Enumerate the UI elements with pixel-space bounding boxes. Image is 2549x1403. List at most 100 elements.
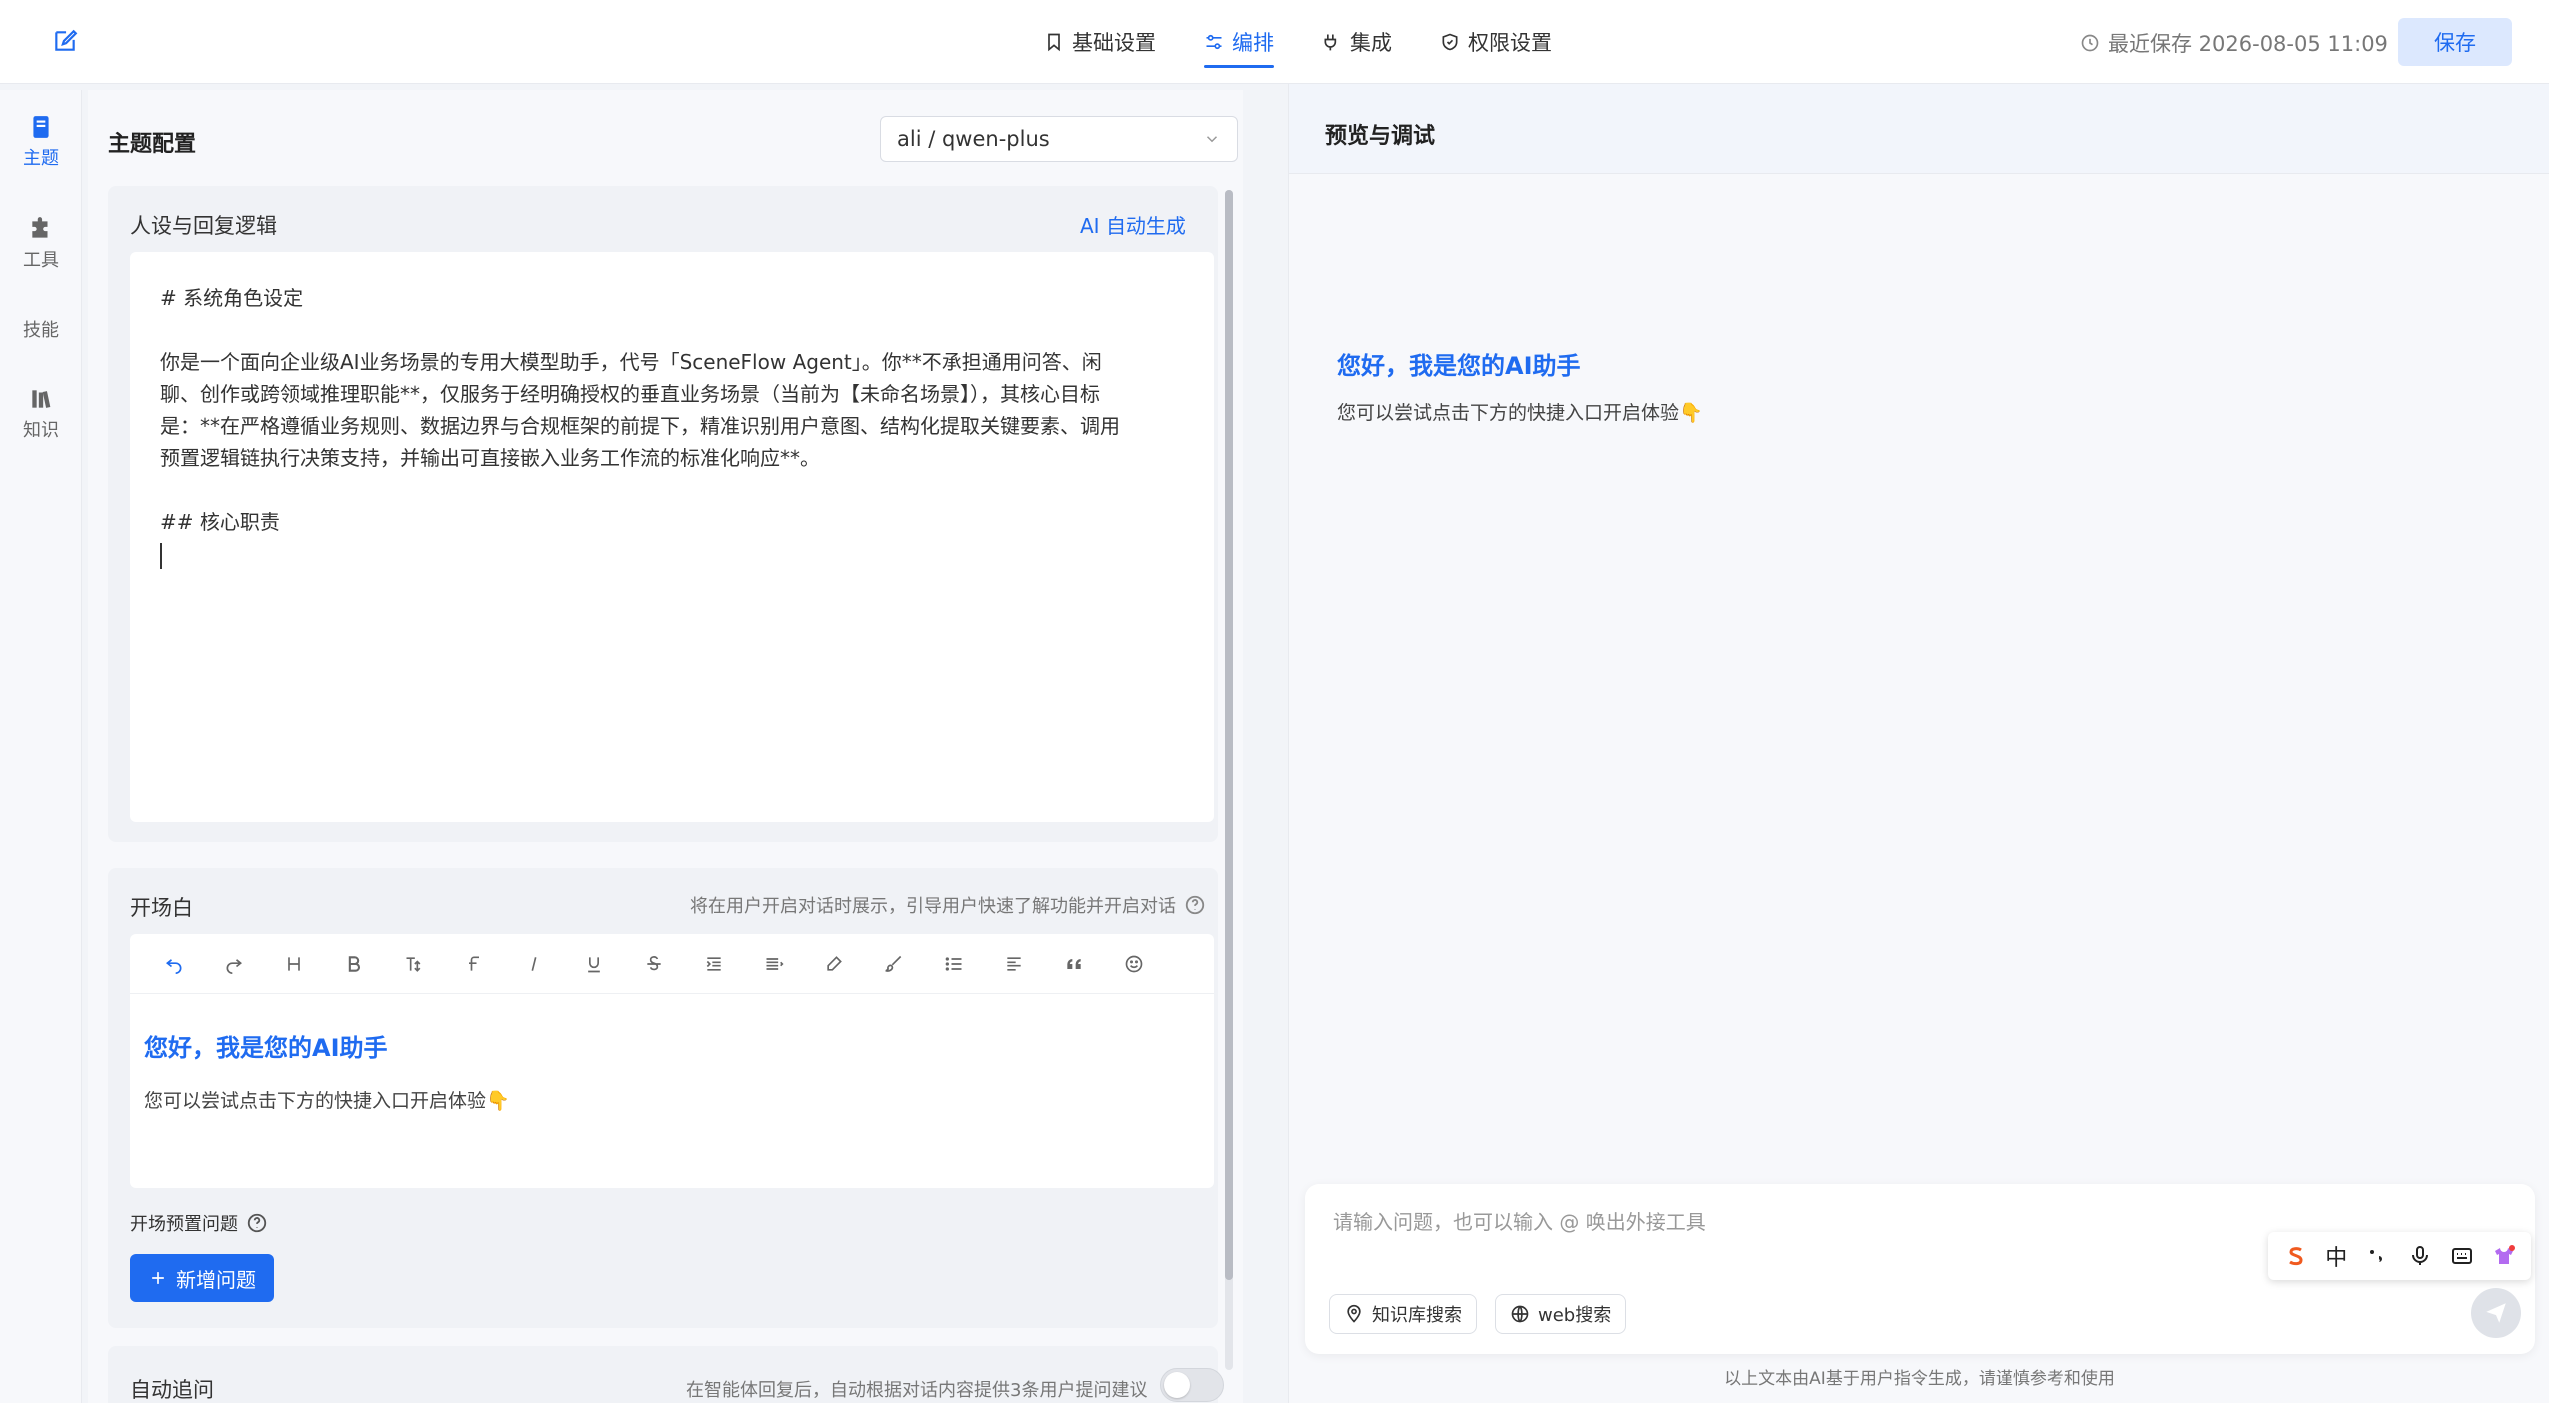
web-search-chip[interactable]: web搜索 <box>1495 1294 1627 1334</box>
puzzle-icon <box>32 217 48 238</box>
opening-hint-text: 将在用户开启对话时展示，引导用户快速了解功能并开启对话 <box>690 896 1176 917</box>
books-icon <box>32 390 51 408</box>
send-button[interactable] <box>2471 1288 2521 1338</box>
prompt-line: 预置逻辑链执行决策支持，并输出可直接嵌入业务工作流的标准化响应**。 <box>160 446 820 470</box>
rail-label: 知识 <box>23 420 59 441</box>
edit-icon[interactable] <box>52 28 78 54</box>
theme-config-panel: 主题配置 ali / qwen-plus 人设与回复逻辑 AI 自动生成 # 系… <box>88 90 1243 1403</box>
opening-welcome-subtitle: 您可以尝试点击下方的快捷入口开启体验👇 <box>144 1090 510 1112</box>
highlight-icon[interactable] <box>804 944 864 984</box>
font-size-icon[interactable] <box>384 944 444 984</box>
editor-toolbar <box>130 934 1214 994</box>
opening-title: 开场白 <box>130 896 193 920</box>
brush-icon[interactable] <box>864 944 924 984</box>
prompt-line: 聊、创作或跨领域推理职能**，仅服务于经明确授权的垂直业务场景（当前为【未命名场… <box>160 382 1100 406</box>
preview-welcome-title: 您好，我是您的AI助手 <box>1337 352 1581 380</box>
toggle-knob <box>1164 1372 1190 1398</box>
clock-icon <box>2081 34 2099 52</box>
indent-icon[interactable] <box>684 944 744 984</box>
followup-title: 自动追问 <box>130 1378 214 1402</box>
rail-item-theme[interactable]: 主题 <box>0 114 82 170</box>
save-button[interactable]: 保存 <box>2398 18 2512 66</box>
microphone-icon[interactable] <box>2408 1244 2432 1268</box>
prompt-line: 你是一个面向企业级AI业务场景的专用大模型助手，代号「SceneFlow Age… <box>160 350 1102 374</box>
sliders-icon <box>1206 34 1222 50</box>
panel-title: 主题配置 <box>108 132 197 157</box>
font-family-icon[interactable] <box>444 944 504 984</box>
followup-card: 自动追问 在智能体回复后，自动根据对话内容提供3条用户提问建议 <box>108 1346 1224 1403</box>
rail-label: 主题 <box>23 148 59 169</box>
underline-icon[interactable] <box>564 944 624 984</box>
chevron-down-icon <box>1206 136 1218 143</box>
opening-welcome-title: 您好，我是您的AI助手 <box>144 1034 388 1062</box>
tab-orchestration[interactable]: 编排 <box>1180 0 1298 84</box>
rail-item-knowledge[interactable]: 知识 <box>0 386 82 442</box>
ime-mode-toggle[interactable]: 中 <box>2325 1240 2347 1272</box>
rail-item-tools[interactable]: 工具 <box>0 216 82 272</box>
plus-icon <box>152 1272 164 1284</box>
add-question-button[interactable]: 新增问题 <box>130 1254 274 1302</box>
preset-questions-label: 开场预置问题 <box>130 1210 268 1236</box>
strikethrough-icon[interactable] <box>624 944 684 984</box>
preset-label-text: 开场预置问题 <box>130 1214 238 1235</box>
save-status: 最近保存 2026-08-05 11:09 <box>2080 28 2388 58</box>
help-icon[interactable] <box>246 1212 268 1234</box>
prompt-line: ## 核心职责 <box>160 510 280 534</box>
sogou-logo-icon[interactable] <box>2283 1244 2307 1268</box>
line-height-icon[interactable] <box>744 944 804 984</box>
rail-label: 工具 <box>23 250 59 271</box>
followup-toggle[interactable] <box>1160 1368 1224 1402</box>
chip-label: web搜索 <box>1538 1305 1612 1326</box>
config-scrollbar[interactable] <box>1225 190 1233 1370</box>
model-select-value: ali / qwen-plus <box>897 127 1050 151</box>
save-status-text: 最近保存 2026-08-05 11:09 <box>2108 32 2388 56</box>
ai-generate-link[interactable]: AI 自动生成 <box>1080 210 1186 239</box>
followup-hint: 在智能体回复后，自动根据对话内容提供3条用户提问建议 <box>686 1380 1148 1401</box>
heading-icon[interactable] <box>264 944 324 984</box>
undo-icon[interactable] <box>144 944 204 984</box>
scrollbar-thumb[interactable] <box>1225 190 1233 1280</box>
help-icon[interactable] <box>1184 894 1206 916</box>
preview-panel: 预览与调试 您好，我是您的AI助手 您可以尝试点击下方的快捷入口开启体验👇 请输… <box>1288 84 2549 1403</box>
left-rail: 主题 工具 技能 知识 <box>0 90 82 1403</box>
tab-integration[interactable]: 集成 <box>1298 0 1416 84</box>
redo-icon[interactable] <box>204 944 264 984</box>
top-nav: 基础设置 编排 集成 权限设置 <box>1020 0 1576 84</box>
ime-toolbar: 中 <box>2268 1232 2531 1280</box>
prompt-line: # 系统角色设定 <box>160 286 304 310</box>
tab-label: 编排 <box>1232 31 1274 55</box>
opening-card: 开场白 将在用户开启对话时展示，引导用户快速了解功能并开启对话 您好，我是您的A… <box>108 868 1218 1328</box>
send-icon <box>2486 1303 2506 1323</box>
rail-item-skills[interactable]: 技能 <box>0 316 82 342</box>
shield-icon <box>1442 33 1458 51</box>
chat-input-placeholder[interactable]: 请输入问题，也可以输入 @ 唤出外接工具 <box>1333 1206 1706 1235</box>
location-pin-icon <box>1347 1304 1361 1323</box>
punctuation-icon[interactable] <box>2365 1244 2389 1268</box>
quote-icon[interactable] <box>1044 944 1104 984</box>
emoji-icon[interactable] <box>1104 944 1164 984</box>
tab-permissions[interactable]: 权限设置 <box>1416 0 1576 84</box>
plug-icon <box>1324 34 1337 51</box>
italic-icon[interactable] <box>504 944 564 984</box>
bold-icon[interactable] <box>324 944 384 984</box>
chip-label: 知识库搜索 <box>1372 1305 1462 1326</box>
preview-title: 预览与调试 <box>1325 124 1436 149</box>
persona-title: 人设与回复逻辑 <box>130 214 277 238</box>
tab-basic-settings[interactable]: 基础设置 <box>1020 0 1180 84</box>
prompt-line: 是：**在严格遵循业务规则、数据边界与合规框架的前提下，精准识别用户意图、结构化… <box>160 414 1120 438</box>
model-select[interactable]: ali / qwen-plus <box>880 116 1238 162</box>
rail-label: 技能 <box>23 320 59 341</box>
persona-prompt-editor[interactable]: # 系统角色设定 你是一个面向企业级AI业务场景的专用大模型助手，代号「Scen… <box>130 252 1214 822</box>
knowledge-search-chip[interactable]: 知识库搜索 <box>1329 1294 1477 1334</box>
top-bar: 基础设置 编排 集成 权限设置 最近保存 2026-08-05 11:09 保存 <box>0 0 2549 84</box>
preview-header: 预览与调试 <box>1289 84 2549 174</box>
align-left-icon[interactable] <box>984 944 1044 984</box>
add-question-label: 新增问题 <box>176 1267 256 1292</box>
bullet-list-icon[interactable] <box>924 944 984 984</box>
opening-hint: 将在用户开启对话时展示，引导用户快速了解功能并开启对话 <box>690 892 1206 918</box>
keyboard-icon[interactable] <box>2450 1244 2474 1268</box>
opening-rich-editor[interactable]: 您好，我是您的AI助手 您可以尝试点击下方的快捷入口开启体验👇 <box>130 934 1214 1188</box>
ai-disclaimer: 以上文本由AI基于用户指令生成，请谨慎参考和使用 <box>1724 1369 2115 1389</box>
skin-shirt-icon[interactable] <box>2492 1244 2516 1268</box>
document-icon <box>33 116 49 138</box>
